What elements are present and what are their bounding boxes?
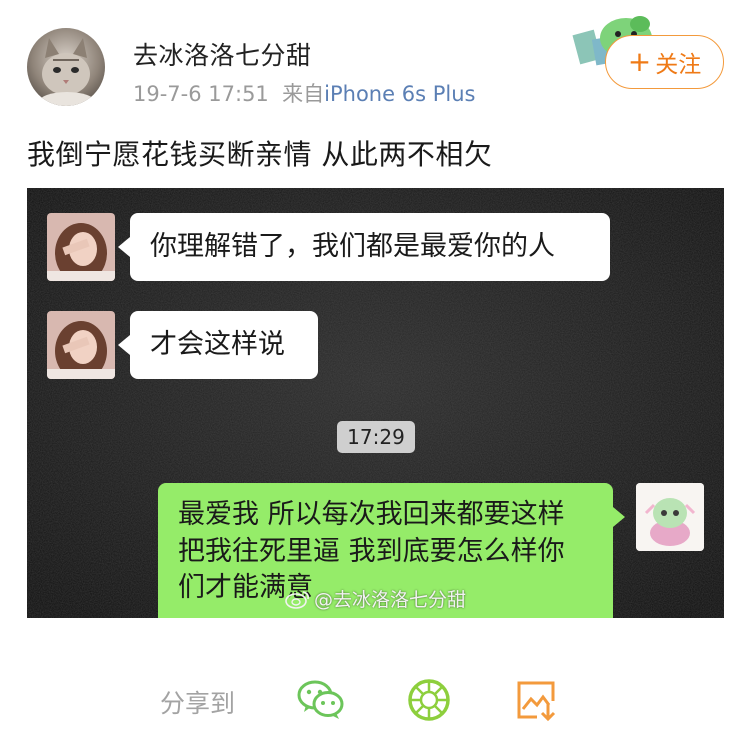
chat-timestamp: 17:29 xyxy=(337,421,415,453)
post-meta: 19-7-6 17:51 来自iPhone 6s Plus xyxy=(133,78,475,108)
plus-icon: + xyxy=(627,45,652,78)
sender-avatar xyxy=(47,311,115,379)
username[interactable]: 去冰洛洛七分甜 xyxy=(133,36,312,72)
weibo-logo-icon xyxy=(285,590,309,609)
post-image[interactable]: 你理解错了，我们都是最爱你的人 才会这样说 17:29 最爱我 所以每次我回来都… xyxy=(27,188,724,618)
post-date: 19-7-6 17:51 xyxy=(133,82,269,106)
chat-message-line: 最爱我 所以每次我回来都要这样 xyxy=(178,499,565,530)
follow-label: 关注 xyxy=(655,52,702,78)
share-label: 分享到 xyxy=(160,689,236,718)
chat-message-line: 把我往死里逼 我到底要怎么样你 xyxy=(178,535,565,567)
watermark-text: @去冰洛洛七分甜 xyxy=(314,589,467,611)
save-image-icon[interactable] xyxy=(515,677,559,723)
self-avatar xyxy=(636,483,704,551)
chat-message-text: 你理解错了，我们都是最爱你的人 xyxy=(150,230,555,262)
source-prefix: 来自 xyxy=(282,82,325,106)
watermark: @去冰洛洛七分甜 xyxy=(285,585,466,612)
post-text: 我倒宁愿花钱买断亲情 从此两不相欠 xyxy=(27,138,493,171)
chat-message-text: 才会这样说 xyxy=(150,328,285,360)
user-avatar[interactable] xyxy=(27,28,105,106)
cat-avatar-image xyxy=(39,38,95,106)
follow-button[interactable]: + 关注 xyxy=(605,35,724,89)
sender-avatar xyxy=(47,213,115,281)
chat-message: 才会这样说 xyxy=(118,311,318,379)
moments-icon[interactable] xyxy=(405,677,453,723)
wechat-icon[interactable] xyxy=(296,677,346,723)
chat-message: 你理解错了，我们都是最爱你的人 xyxy=(118,213,610,281)
source-device[interactable]: iPhone 6s Plus xyxy=(324,82,475,106)
